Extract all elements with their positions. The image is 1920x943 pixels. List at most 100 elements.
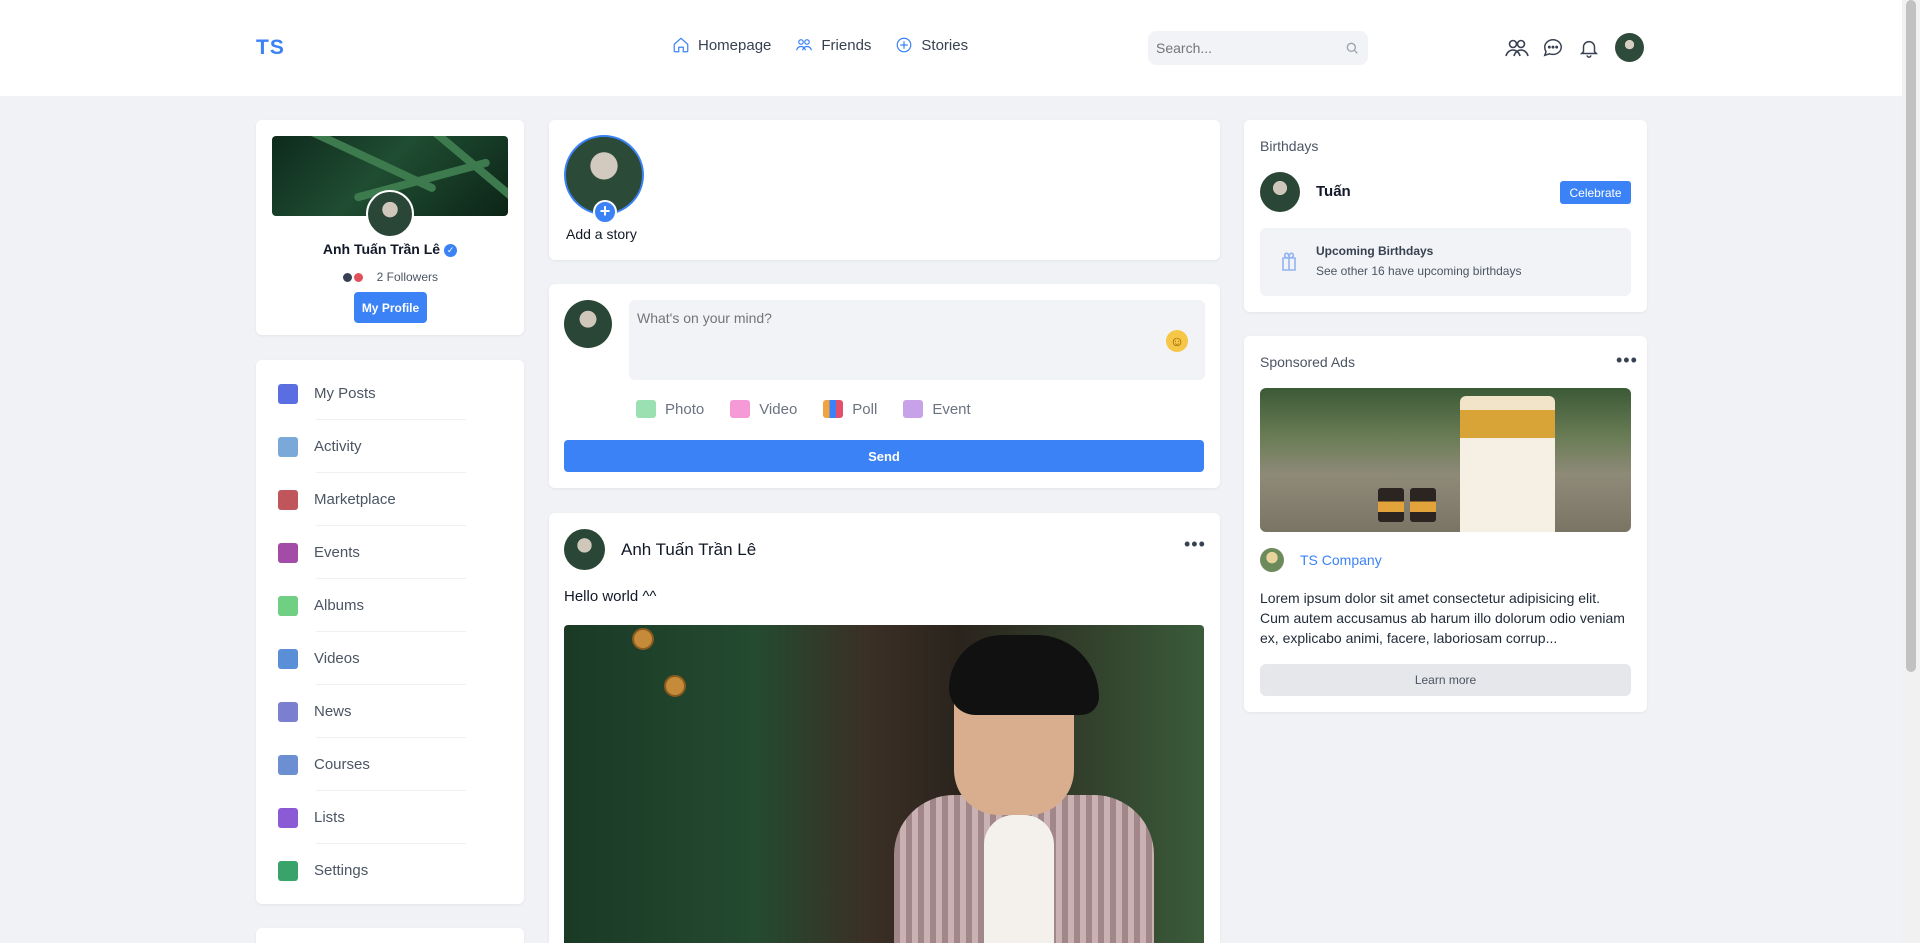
followers-row: 2 Followers	[256, 270, 524, 284]
sidebar-item-videos[interactable]: Videos	[278, 632, 478, 685]
sidebar-item-activity[interactable]: Activity	[278, 420, 478, 473]
stories-icon	[897, 37, 912, 53]
stories-card: + Add a story	[549, 120, 1220, 260]
sidebar-next-card	[256, 928, 524, 943]
videos-icon	[278, 648, 298, 669]
header-actions	[1505, 33, 1644, 62]
my-profile-button[interactable]: My Profile	[354, 292, 427, 323]
activity-icon	[278, 436, 298, 457]
event-option[interactable]: Event	[903, 400, 971, 418]
ornament-decoration	[664, 675, 686, 697]
sidebar-item-settings[interactable]: Settings	[278, 844, 478, 897]
post-composer: ☺ Photo Video Poll Event Send	[549, 284, 1220, 488]
composer-avatar	[564, 300, 612, 348]
follower-avatar	[353, 272, 365, 284]
marketplace-icon	[278, 489, 298, 510]
page-scrollbar[interactable]	[1902, 0, 1920, 943]
poll-option[interactable]: Poll	[823, 400, 877, 418]
settings-icon	[278, 860, 298, 881]
top-navbar: TS Homepage Friends Stories	[0, 0, 1902, 96]
sidebar-item-my-posts[interactable]: My Posts	[278, 367, 478, 420]
nav-friends-label: Friends	[821, 36, 872, 54]
post-textarea[interactable]	[629, 300, 1205, 380]
messages-icon[interactable]	[1541, 36, 1565, 60]
post-image[interactable]	[564, 625, 1204, 943]
send-button[interactable]: Send	[564, 440, 1204, 472]
photo-icon	[636, 400, 656, 418]
lists-icon	[278, 807, 298, 828]
video-option[interactable]: Video	[730, 400, 797, 418]
user-avatar[interactable]	[1615, 33, 1644, 62]
gift-icon	[1282, 252, 1296, 271]
event-icon	[903, 400, 924, 418]
photo-label: Photo	[665, 400, 705, 418]
video-icon	[730, 400, 751, 418]
notifications-icon[interactable]	[1577, 36, 1601, 60]
sidebar-item-albums[interactable]: Albums	[278, 579, 478, 632]
photo-option[interactable]: Photo	[636, 400, 704, 418]
nav-friends[interactable]: Friends	[795, 36, 871, 54]
sidebar-item-label: Courses	[314, 756, 370, 773]
friends-icon	[796, 39, 813, 51]
poll-label: Poll	[852, 400, 878, 418]
followers-count[interactable]: 2 Followers	[377, 270, 438, 284]
upcoming-birthdays-title: Upcoming Birthdays	[1316, 244, 1434, 258]
emoji-icon[interactable]: ☺	[1166, 330, 1188, 352]
sidebar-item-news[interactable]: News	[278, 685, 478, 738]
main-nav: Homepage Friends Stories	[672, 36, 968, 54]
ad-description: Lorem ipsum dolor sit amet consectetur a…	[1260, 590, 1625, 646]
news-icon	[278, 701, 298, 722]
my-posts-icon	[278, 383, 298, 404]
nav-stories-label: Stories	[921, 36, 969, 54]
photo-subject-tshirt	[984, 815, 1054, 943]
nav-stories[interactable]: Stories	[895, 36, 968, 54]
upcoming-birthdays-subtitle: See other 16 have upcoming birthdays	[1316, 264, 1522, 278]
ads-more-icon[interactable]: •••	[1616, 350, 1638, 371]
sidebar-item-label: Lists	[314, 809, 345, 826]
logo[interactable]: TS	[256, 36, 285, 60]
scrollbar-thumb[interactable]	[1906, 0, 1916, 672]
search-input[interactable]	[1148, 31, 1328, 65]
albums-icon	[278, 595, 298, 616]
profile-avatar[interactable]	[366, 190, 414, 238]
ad-image[interactable]	[1260, 388, 1631, 532]
post-more-icon[interactable]: •••	[1184, 535, 1206, 558]
sidebar-item-courses[interactable]: Courses	[278, 738, 478, 791]
birthday-person-name[interactable]: Tuấn	[1316, 183, 1351, 200]
birthday-avatar[interactable]	[1260, 172, 1300, 212]
sidebar-item-lists[interactable]: Lists	[278, 791, 478, 844]
search-icon[interactable]	[1344, 40, 1360, 56]
sidebar-item-marketplace[interactable]: Marketplace	[278, 473, 478, 526]
sponsored-ads-card: Sponsored Ads ••• TS Company Lorem ipsum…	[1244, 336, 1647, 712]
sidebar-item-events[interactable]: Events	[278, 526, 478, 579]
sidebar-item-label: Videos	[314, 650, 360, 667]
sidebar-item-label: Settings	[314, 862, 369, 879]
post-author-avatar[interactable]	[564, 529, 605, 570]
photo-subject-hair	[949, 635, 1099, 715]
profile-card: Anh Tuấn Trần Lê ✓ 2 Followers My Profile	[256, 120, 524, 335]
upcoming-birthdays[interactable]: Upcoming Birthdays See other 16 have upc…	[1260, 228, 1631, 296]
birthdays-card: Birthdays Tuấn Celebrate Upcoming Birthd…	[1244, 120, 1647, 312]
ad-drink-cup	[1460, 396, 1555, 532]
ornament-decoration	[632, 628, 654, 650]
search-bar	[1148, 31, 1368, 65]
post-text: Hello world ^^	[564, 588, 657, 605]
friend-requests-icon[interactable]	[1505, 36, 1529, 60]
sidebar-item-label: Marketplace	[314, 491, 396, 508]
sidebar-item-label: Events	[314, 544, 360, 561]
nav-homepage[interactable]: Homepage	[672, 36, 771, 54]
learn-more-button[interactable]: Learn more	[1260, 664, 1631, 696]
company-name[interactable]: TS Company	[1300, 552, 1382, 568]
profile-name[interactable]: Anh Tuấn Trần Lê	[323, 241, 440, 257]
add-story-plus-icon[interactable]: +	[593, 200, 617, 224]
post-card: Anh Tuấn Trần Lê ••• Hello world ^^	[549, 513, 1220, 943]
celebrate-button[interactable]: Celebrate	[1560, 181, 1631, 204]
nav-homepage-label: Homepage	[698, 36, 772, 54]
birthdays-title: Birthdays	[1260, 138, 1319, 154]
add-story-label[interactable]: Add a story	[566, 226, 637, 242]
verified-badge-icon: ✓	[444, 243, 458, 257]
event-label: Event	[932, 400, 971, 418]
sidebar-item-label: News	[314, 703, 352, 720]
post-author-name[interactable]: Anh Tuấn Trần Lê	[621, 540, 756, 560]
company-logo[interactable]	[1260, 548, 1284, 572]
